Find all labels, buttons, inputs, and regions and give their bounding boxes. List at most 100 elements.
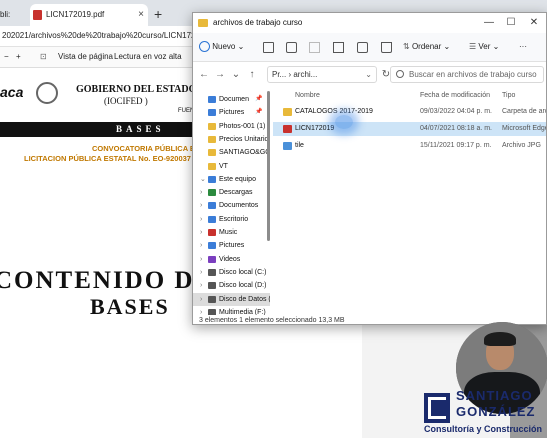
- sidebar-item-label: SANTIAGO&GO: [219, 149, 270, 157]
- page-view-button[interactable]: Vista de página: [58, 47, 113, 67]
- sidebar-item[interactable]: › Documentos: [193, 199, 270, 212]
- sidebar-item[interactable]: Photos-001 (1): [193, 120, 270, 133]
- zoom-in-button[interactable]: +: [16, 47, 21, 67]
- file-date: 04/07/2021 08:18 a. m.: [420, 125, 492, 132]
- sidebar-item-label: Music: [219, 229, 238, 236]
- chevron-icon[interactable]: ›: [200, 186, 202, 199]
- browser-tab-previous[interactable]: bli:: [0, 4, 26, 26]
- sidebar-item[interactable]: › Music: [193, 226, 270, 239]
- folder-icon: [208, 175, 216, 183]
- new-button-label: Nuevo: [212, 42, 236, 51]
- copy-icon[interactable]: [286, 42, 297, 53]
- cursor-highlight: [335, 115, 353, 129]
- zoom-out-button[interactable]: −: [4, 47, 9, 67]
- sidebar-item-label: Pictures: [219, 109, 245, 117]
- browser-tab-pdf[interactable]: LICN172019.pdf ×: [30, 4, 148, 26]
- chevron-icon[interactable]: ›: [200, 279, 202, 292]
- new-tab-button[interactable]: +: [154, 5, 162, 23]
- navigation-pane-scrollbar[interactable]: [267, 91, 270, 241]
- column-header-type[interactable]: Tipo: [502, 89, 515, 103]
- file-row[interactable]: CATALOGOS 2017-2019 09/03/2022 04:04 p. m…: [273, 105, 546, 119]
- column-header-date[interactable]: Fecha de modificación: [420, 89, 490, 103]
- sort-icon: ⇅: [403, 42, 410, 51]
- folder-icon: [208, 255, 216, 263]
- file-name: tile: [295, 142, 304, 149]
- chevron-icon[interactable]: ›: [200, 293, 202, 306]
- up-folder-button[interactable]: ↑: [245, 67, 259, 83]
- file-row[interactable]: tile 15/11/2021 09:17 p. m. Archivo JPG: [273, 139, 546, 153]
- file-row[interactable]: LICN172019 04/07/2021 08:18 a. m. Microsof…: [273, 122, 546, 136]
- search-icon: [396, 70, 404, 78]
- view-button-label: Ver: [478, 42, 491, 51]
- folder-icon: [208, 189, 216, 197]
- back-button[interactable]: ←: [197, 67, 211, 83]
- sidebar-item-label: Pictures: [219, 242, 245, 250]
- sidebar-item-label: Este equipo: [219, 175, 256, 183]
- chevron-icon[interactable]: ›: [200, 226, 202, 239]
- presenter-hair: [484, 332, 516, 346]
- more-options-button[interactable]: ···: [519, 39, 527, 55]
- search-input[interactable]: Buscar en archivos de trabajo curso: [390, 66, 544, 83]
- sidebar-item[interactable]: › Disco de Datos (: [193, 292, 270, 306]
- page-view-icon: ⊡: [40, 52, 47, 61]
- folder-path-text: Pr... › archi...: [272, 70, 318, 79]
- folder-path-field[interactable]: Pr... › archi... ⌄: [267, 66, 377, 83]
- rename-icon[interactable]: [333, 42, 344, 53]
- sidebar-item[interactable]: VT: [193, 160, 270, 173]
- sidebar-item[interactable]: › Escritorio: [193, 213, 270, 226]
- chevron-icon[interactable]: ›: [200, 306, 202, 315]
- sidebar-item[interactable]: Precios Unitarios: [193, 133, 270, 146]
- brand-name-line1: SANTIAGO: [456, 388, 533, 403]
- recent-locations-button[interactable]: ⌄: [229, 67, 243, 83]
- sidebar-item[interactable]: › Multimedia (F:): [193, 306, 270, 315]
- sidebar-item[interactable]: Documen 📌: [193, 93, 270, 106]
- pdf-file-icon: [33, 10, 42, 20]
- chevron-icon[interactable]: ›: [200, 199, 202, 212]
- maximize-button[interactable]: ☐: [500, 13, 522, 33]
- folder-icon: [208, 109, 216, 117]
- chevron-icon[interactable]: ›: [200, 213, 202, 226]
- folder-icon: [208, 268, 216, 276]
- view-icon: ☰: [469, 42, 477, 51]
- chevron-down-icon[interactable]: ⌄: [365, 67, 372, 82]
- sidebar-item[interactable]: › Videos: [193, 253, 270, 266]
- explorer-title-bar[interactable]: archivos de trabajo curso — ☐ ✕: [193, 13, 546, 33]
- file-type: Carpeta de archivos: [502, 108, 546, 115]
- navigation-pane: Documen 📌 Pictures 📌 Photos-001 (1) Precios U…: [193, 89, 270, 315]
- sidebar-item-label: Disco local (C:): [219, 268, 267, 276]
- doc-contents-title: CONTENIDO D: [0, 267, 195, 294]
- brand-logo-icon: [424, 393, 450, 423]
- doc-bases-title: BASES: [90, 294, 170, 319]
- close-tab-icon[interactable]: ×: [138, 4, 144, 26]
- chevron-icon[interactable]: ›: [200, 253, 202, 266]
- sidebar-item[interactable]: › Descargas: [193, 186, 270, 199]
- sidebar-item[interactable]: › Pictures: [193, 239, 270, 252]
- forward-button[interactable]: →: [213, 67, 227, 83]
- sidebar-item-label: Descargas: [219, 189, 253, 197]
- share-icon[interactable]: [357, 42, 368, 53]
- plus-circle-icon: [199, 41, 210, 53]
- sidebar-item[interactable]: SANTIAGO&GO: [193, 146, 270, 159]
- sidebar-item-label: Documentos: [219, 202, 259, 210]
- sidebar-item[interactable]: › Disco local (D:): [193, 279, 270, 292]
- cut-icon[interactable]: [263, 42, 274, 53]
- chevron-icon[interactable]: ›: [200, 266, 202, 279]
- file-explorer-window: archivos de trabajo curso — ☐ ✕ Nuevo ⌄ …: [192, 12, 547, 325]
- file-type: Archivo JPG: [502, 142, 541, 149]
- view-button[interactable]: ☰ Ver ⌄: [469, 39, 499, 55]
- read-aloud-button[interactable]: Lectura en voz alta: [114, 47, 182, 67]
- minimize-button[interactable]: —: [478, 13, 500, 33]
- new-button[interactable]: Nuevo ⌄: [199, 39, 244, 55]
- delete-icon[interactable]: [381, 42, 392, 53]
- sidebar-item[interactable]: › Disco local (C:): [193, 266, 270, 279]
- sidebar-item[interactable]: Pictures 📌: [193, 106, 270, 119]
- column-header-name[interactable]: Nombre: [295, 89, 320, 103]
- paste-icon[interactable]: [309, 42, 320, 53]
- sidebar-item[interactable]: ⌄ Este equipo: [193, 173, 270, 186]
- chevron-icon[interactable]: ›: [200, 239, 202, 252]
- sort-button[interactable]: ⇅ Ordenar ⌄: [403, 39, 450, 55]
- file-list-header: Nombre Fecha de modificación Tipo: [273, 89, 546, 103]
- close-window-button[interactable]: ✕: [523, 13, 545, 33]
- chevron-icon[interactable]: ⌄: [200, 173, 206, 186]
- sidebar-item-label: Photos-001 (1): [219, 122, 266, 130]
